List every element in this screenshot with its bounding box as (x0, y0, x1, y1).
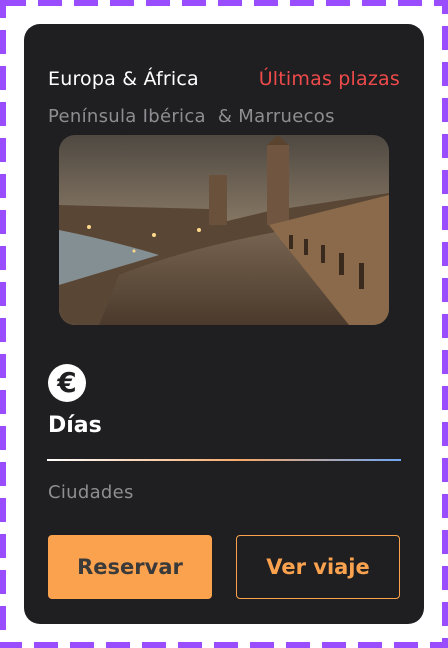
view-trip-button[interactable]: Ver viaje (236, 535, 400, 599)
trip-subtitle: Península Ibérica & Marruecos (48, 106, 335, 127)
euro-icon: € (48, 364, 86, 402)
reserve-button[interactable]: Reservar (48, 535, 212, 599)
days-label: Días (48, 413, 102, 438)
trip-card: Europa & África Últimas plazas Península… (24, 24, 424, 624)
cities-label: Ciudades (48, 482, 134, 503)
divider (47, 459, 401, 461)
status-badge: Últimas plazas (258, 68, 400, 90)
destination-photo (59, 135, 389, 325)
region-title: Europa & África (48, 68, 199, 90)
